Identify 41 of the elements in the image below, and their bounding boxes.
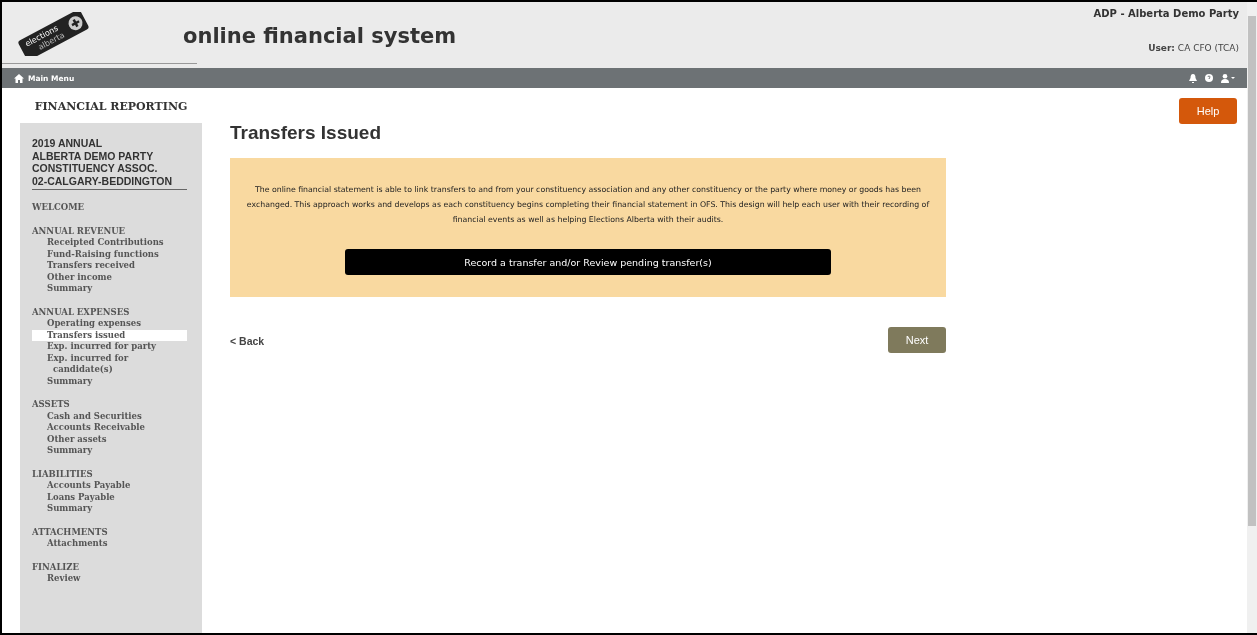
sidebar-item[interactable]: Operating expenses <box>32 318 187 330</box>
sidebar-item[interactable]: Exp. incurred for party <box>32 341 187 353</box>
sidebar-item[interactable]: Transfers received <box>32 260 187 272</box>
back-link[interactable]: < Back <box>230 335 265 347</box>
sidebar-section-link[interactable]: FINALIZE <box>32 561 190 573</box>
sidebar-item[interactable]: Summary <box>32 375 187 387</box>
sidebar-section-link[interactable]: ASSETS <box>32 399 190 411</box>
page-title: Transfers Issued <box>230 122 383 144</box>
sidebar-title: FINANCIAL REPORTING <box>33 99 189 115</box>
user-menu-icon[interactable] <box>1221 73 1235 83</box>
sidebar-section-link[interactable]: ATTACHMENTS <box>32 526 190 538</box>
scrollbar[interactable] <box>1247 2 1257 633</box>
sidebar-item[interactable]: Receipted Contributions <box>32 237 187 249</box>
sidebar-section-link[interactable]: ANNUAL EXPENSES <box>32 306 190 318</box>
next-button[interactable]: Next <box>888 327 946 353</box>
sidebar-item[interactable]: Exp. incurred for candidate(s) <box>32 352 187 376</box>
help-icon[interactable] <box>1205 74 1213 82</box>
help-button[interactable]: Help <box>1179 98 1237 124</box>
bell-icon[interactable] <box>1189 73 1197 83</box>
sidebar-item[interactable]: Cash and Securities <box>32 410 187 422</box>
sidebar-item[interactable]: Review <box>32 573 187 585</box>
sidebar-item[interactable]: Summary <box>32 503 187 515</box>
sidebar-item[interactable]: Other income <box>32 271 187 283</box>
sidebar-item[interactable]: Transfers issued <box>32 329 187 341</box>
sidebar-item[interactable]: Accounts Receivable <box>32 422 187 434</box>
user-info: User: CA CFO (TCA) <box>1148 43 1239 53</box>
organization-name: ADP - Alberta Demo Party <box>1093 8 1239 19</box>
sidebar-item[interactable]: Summary <box>32 445 187 457</box>
app-title: online financial system <box>183 24 457 48</box>
sidebar-item[interactable]: Accounts Payable <box>32 480 187 492</box>
sidebar-item[interactable]: Attachments <box>32 538 187 550</box>
sidebar-section-link[interactable]: WELCOME <box>32 202 190 214</box>
record-transfer-button[interactable]: Record a transfer and/or Review pending transfer(s) <box>345 249 831 275</box>
report-context: 2019 ANNUAL ALBERTA DEMO PARTY CONSTITUENCY ASSOC. 02-CALGARY-BEDDINGTON <box>32 137 187 190</box>
sidebar-item[interactable]: Loans Payable <box>32 491 187 503</box>
home-icon <box>14 73 24 83</box>
sidebar-item[interactable]: Summary <box>32 283 187 295</box>
sidebar-item[interactable]: Other assets <box>32 433 187 445</box>
sidebar-section-link[interactable]: LIABILITIES <box>32 468 190 480</box>
sidebar-item[interactable]: Fund-Raising functions <box>32 248 187 260</box>
sidebar-section-link[interactable]: ANNUAL REVENUE <box>32 225 190 237</box>
